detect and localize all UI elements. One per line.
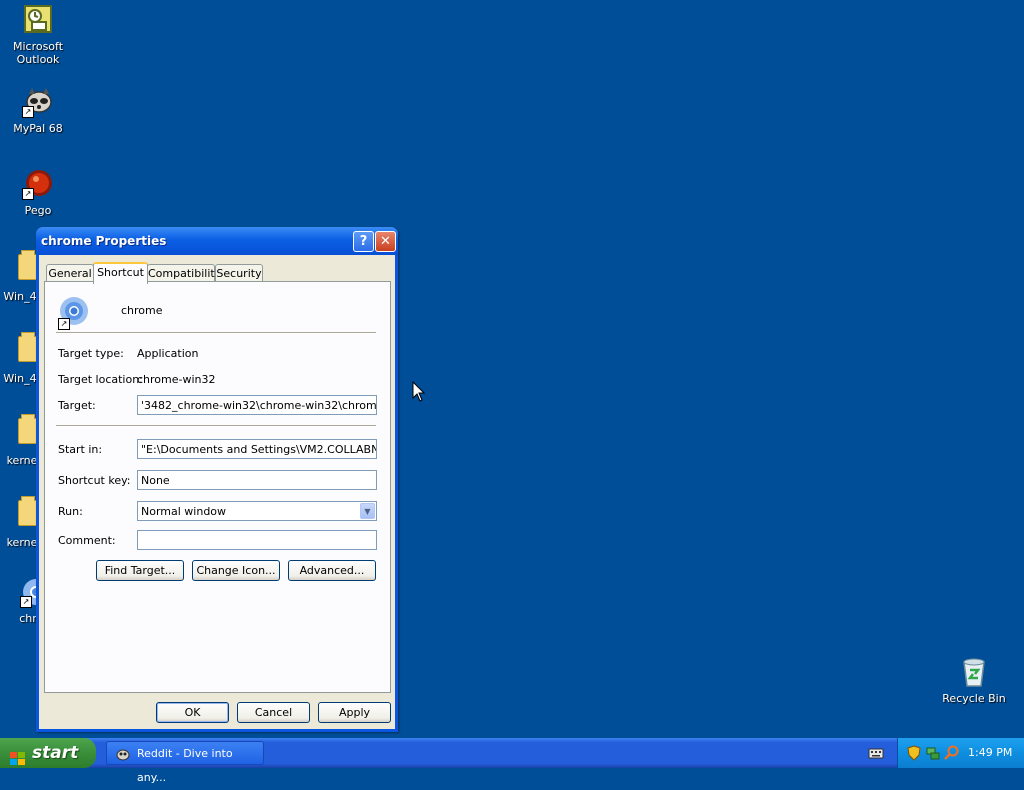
run-select[interactable]: Normal window ▼: [137, 501, 377, 521]
close-icon: ✕: [380, 234, 391, 249]
properties-dialog: chrome Properties ? ✕ General Shortcut C…: [36, 227, 398, 732]
shortcut-name: chrome: [121, 304, 163, 317]
network-icon[interactable]: [925, 745, 941, 761]
recycle-bin-icon: [958, 656, 990, 688]
mouse-cursor-icon: [412, 380, 426, 403]
tab-general[interactable]: General: [46, 264, 94, 282]
ok-button[interactable]: OK: [156, 702, 229, 723]
run-select-value: Normal window: [141, 505, 227, 518]
shortcut-key-label: Shortcut key:: [58, 474, 131, 487]
target-input[interactable]: '3482_chrome-win32\chrome-win32\chrome.e…: [137, 395, 377, 415]
separator: [56, 332, 376, 334]
chrome-icon: ↗: [58, 296, 89, 330]
keyboard-icon[interactable]: [868, 746, 884, 760]
start-button[interactable]: start: [0, 738, 96, 768]
desktop-icon-label: MyPal 68: [13, 122, 63, 135]
run-label: Run:: [58, 505, 83, 518]
desktop-icon-label: Recycle Bin: [942, 692, 1006, 705]
desktop-icon-label: Pego: [24, 204, 52, 217]
taskbar-item-label: Reddit - Dive into any...: [137, 747, 233, 784]
desktop-icon-recycle-bin[interactable]: Recycle Bin: [938, 656, 1010, 705]
start-in-input[interactable]: "E:\Documents and Settings\VM2.COLLABNET…: [137, 439, 377, 459]
mypal-icon: ↗: [22, 86, 54, 118]
help-icon: ?: [359, 234, 368, 249]
target-type-label: Target type:: [58, 347, 124, 360]
search-icon[interactable]: [944, 745, 960, 761]
start-label: start: [32, 743, 79, 763]
shortcut-key-input[interactable]: None: [137, 470, 377, 490]
desktop-icon-label: Microsoft Outlook: [12, 40, 64, 66]
chevron-down-icon[interactable]: ▼: [360, 503, 375, 519]
dialog-titlebar[interactable]: chrome Properties ? ✕: [36, 227, 398, 255]
security-shield-icon[interactable]: [906, 745, 922, 761]
advanced-button[interactable]: Advanced...: [288, 560, 376, 581]
mypal-icon: [115, 746, 131, 762]
pego-icon: ↗: [22, 168, 54, 200]
dialog-title: chrome Properties: [41, 234, 167, 248]
tab-security[interactable]: Security: [215, 264, 263, 282]
taskbar: start Reddit - Dive into any... 1:49 PM: [0, 738, 1024, 784]
windows-logo-icon: [10, 746, 26, 765]
tab-compatibility[interactable]: Compatibility: [147, 264, 221, 282]
target-type-value: Application: [137, 347, 199, 360]
shortcut-arrow-icon: ↗: [58, 318, 70, 330]
target-location-value: chrome-win32: [137, 373, 216, 386]
cancel-button[interactable]: Cancel: [237, 702, 310, 723]
shortcut-arrow-icon: ↗: [22, 188, 34, 200]
change-icon-button[interactable]: Change Icon...: [192, 560, 280, 581]
find-target-button[interactable]: Find Target...: [96, 560, 184, 581]
outlook-icon: [22, 4, 54, 36]
target-location-label: Target location:: [58, 373, 143, 386]
desktop-icon-mypal[interactable]: ↗ MyPal 68: [2, 86, 74, 135]
separator: [56, 425, 376, 427]
desktop-icon-outlook[interactable]: Microsoft Outlook: [2, 4, 74, 66]
shortcut-arrow-icon: ↗: [22, 106, 34, 118]
target-label: Target:: [58, 399, 96, 412]
start-in-label: Start in:: [58, 443, 103, 456]
comment-input[interactable]: [137, 530, 377, 550]
comment-label: Comment:: [58, 534, 116, 547]
tab-shortcut[interactable]: Shortcut: [93, 262, 148, 284]
close-button[interactable]: ✕: [375, 231, 396, 252]
shortcut-arrow-icon: ↗: [20, 596, 32, 608]
clock[interactable]: 1:49 PM: [968, 738, 1012, 768]
shortcut-panel: ↗ chrome Target type: Application Target…: [44, 281, 391, 693]
desktop-icon-pego[interactable]: ↗ Pego: [2, 168, 74, 217]
help-button[interactable]: ?: [353, 231, 374, 252]
taskbar-item-reddit[interactable]: Reddit - Dive into any...: [106, 741, 264, 784]
apply-button[interactable]: Apply: [318, 702, 391, 723]
dialog-client: General Shortcut Compatibility Security …: [39, 255, 395, 729]
